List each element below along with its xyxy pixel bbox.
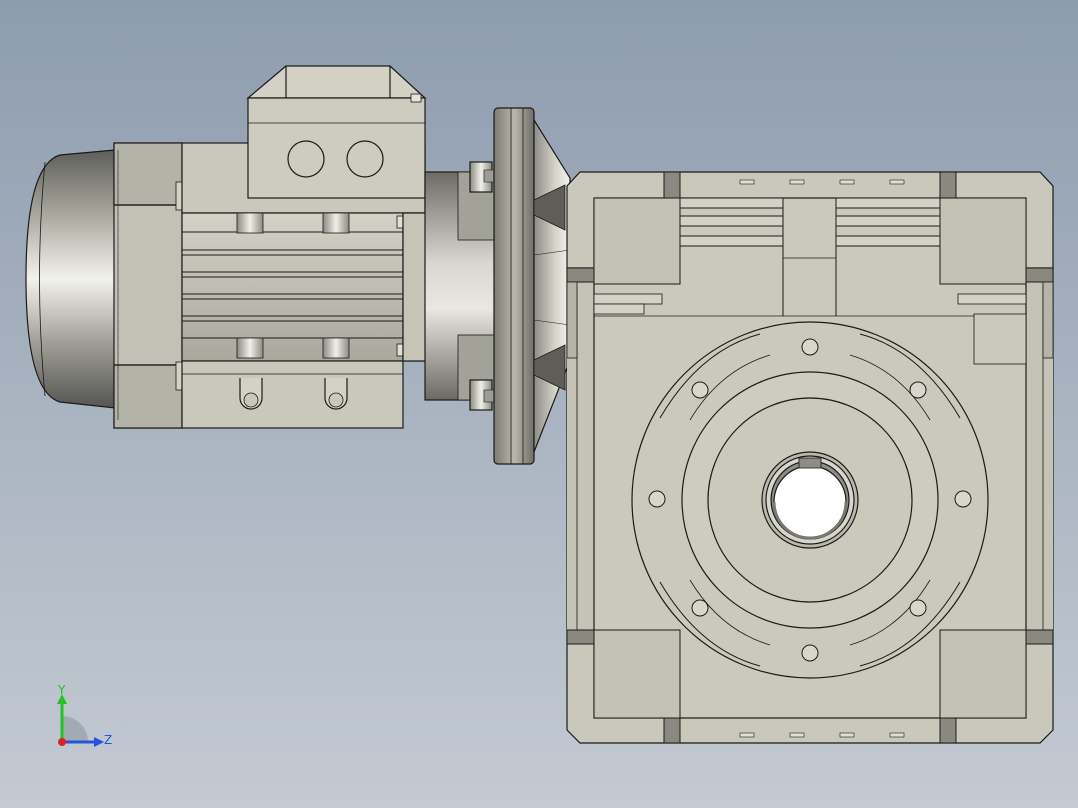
- x-axis: [58, 738, 66, 746]
- axis-triad: Y Z: [40, 680, 130, 760]
- motor-feet: [181, 360, 404, 429]
- cable-gland-1: [287, 140, 325, 178]
- z-axis-label: Z: [104, 733, 112, 747]
- cooling-fins: [181, 212, 426, 362]
- terminal-box-lid: [246, 65, 427, 99]
- motor-assembly[interactable]: [25, 65, 571, 465]
- y-axis-label: Y: [57, 683, 66, 697]
- adapter-cone: [533, 117, 571, 453]
- cad-viewport[interactable]: Y Z: [0, 0, 1078, 808]
- worm-gearbox[interactable]: [566, 171, 1054, 744]
- terminal-box: [247, 97, 426, 199]
- mounting-flange: [493, 107, 535, 465]
- gearmotor-model[interactable]: [0, 0, 1078, 808]
- cable-gland-2: [346, 140, 384, 178]
